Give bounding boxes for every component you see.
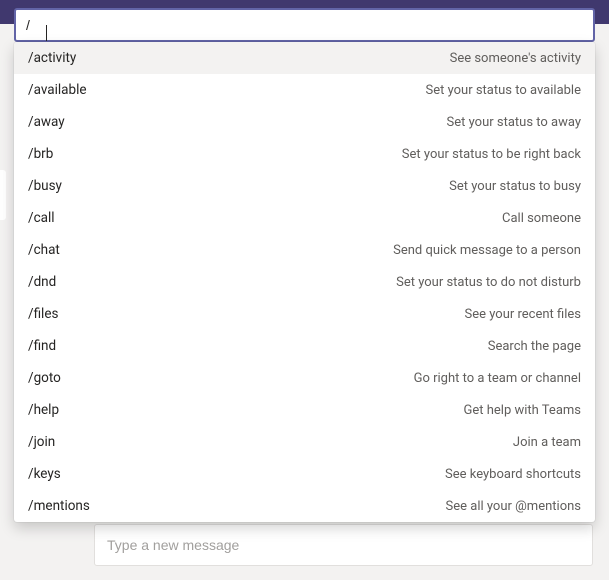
search-box[interactable] bbox=[14, 8, 595, 42]
command-name: /available bbox=[28, 82, 87, 98]
command-row[interactable]: /busy Set your status to busy bbox=[14, 170, 595, 202]
command-description: Set your status to available bbox=[425, 83, 581, 98]
command-name: /find bbox=[28, 338, 56, 354]
command-row[interactable]: /goto Go right to a team or channel bbox=[14, 362, 595, 394]
command-row[interactable]: /chat Send quick message to a person bbox=[14, 234, 595, 266]
command-description: Set your status to do not disturb bbox=[396, 275, 581, 290]
command-description: Get help with Teams bbox=[464, 403, 581, 418]
command-name: /goto bbox=[28, 370, 61, 386]
command-description: Join a team bbox=[513, 435, 581, 450]
command-name: /brb bbox=[28, 146, 53, 162]
command-description: Search the page bbox=[488, 339, 581, 354]
command-name: /help bbox=[28, 402, 59, 418]
command-row[interactable]: /help Get help with Teams bbox=[14, 394, 595, 426]
command-row[interactable]: /brb Set your status to be right back bbox=[14, 138, 595, 170]
command-suggestions: /activity See someone's activity/availabl… bbox=[14, 42, 595, 522]
command-name: /mentions bbox=[28, 498, 90, 514]
command-bar bbox=[14, 8, 595, 42]
command-row[interactable]: /available Set your status to available bbox=[14, 74, 595, 106]
command-name: /busy bbox=[28, 178, 62, 194]
command-name: /chat bbox=[28, 242, 60, 258]
command-name: /call bbox=[28, 210, 55, 226]
command-name: /activity bbox=[28, 50, 76, 66]
command-row[interactable]: /find Search the page bbox=[14, 330, 595, 362]
text-caret bbox=[46, 25, 47, 41]
command-row[interactable]: /activity See someone's activity bbox=[14, 42, 595, 74]
command-row[interactable]: /join Join a team bbox=[14, 426, 595, 458]
command-description: Set your status to be right back bbox=[402, 147, 581, 162]
command-row[interactable]: /dnd Set your status to do not disturb bbox=[14, 266, 595, 298]
command-row[interactable]: /files See your recent files bbox=[14, 298, 595, 330]
command-description: See your recent files bbox=[465, 307, 582, 322]
compose-input[interactable] bbox=[107, 537, 580, 553]
command-description: Set your status to away bbox=[447, 115, 581, 130]
command-row[interactable]: /keys See keyboard shortcuts bbox=[14, 458, 595, 490]
command-name: /files bbox=[28, 306, 58, 322]
command-row[interactable]: /call Call someone bbox=[14, 202, 595, 234]
command-description: See all your @mentions bbox=[446, 499, 581, 514]
command-description: See keyboard shortcuts bbox=[445, 467, 581, 482]
compose-bar[interactable] bbox=[94, 524, 593, 566]
command-name: /away bbox=[28, 114, 65, 130]
command-name: /keys bbox=[28, 466, 61, 482]
command-row[interactable]: /away Set your status to away bbox=[14, 106, 595, 138]
command-description: See someone's activity bbox=[450, 51, 581, 66]
sidebar-peek bbox=[0, 170, 6, 220]
search-input[interactable] bbox=[26, 17, 583, 33]
command-name: /dnd bbox=[28, 274, 56, 290]
command-description: Set your status to busy bbox=[449, 179, 581, 194]
command-name: /join bbox=[28, 434, 55, 450]
command-description: Go right to a team or channel bbox=[414, 371, 581, 386]
command-row[interactable]: /mentions See all your @mentions bbox=[14, 490, 595, 522]
command-description: Call someone bbox=[502, 211, 581, 226]
command-description: Send quick message to a person bbox=[393, 243, 581, 258]
